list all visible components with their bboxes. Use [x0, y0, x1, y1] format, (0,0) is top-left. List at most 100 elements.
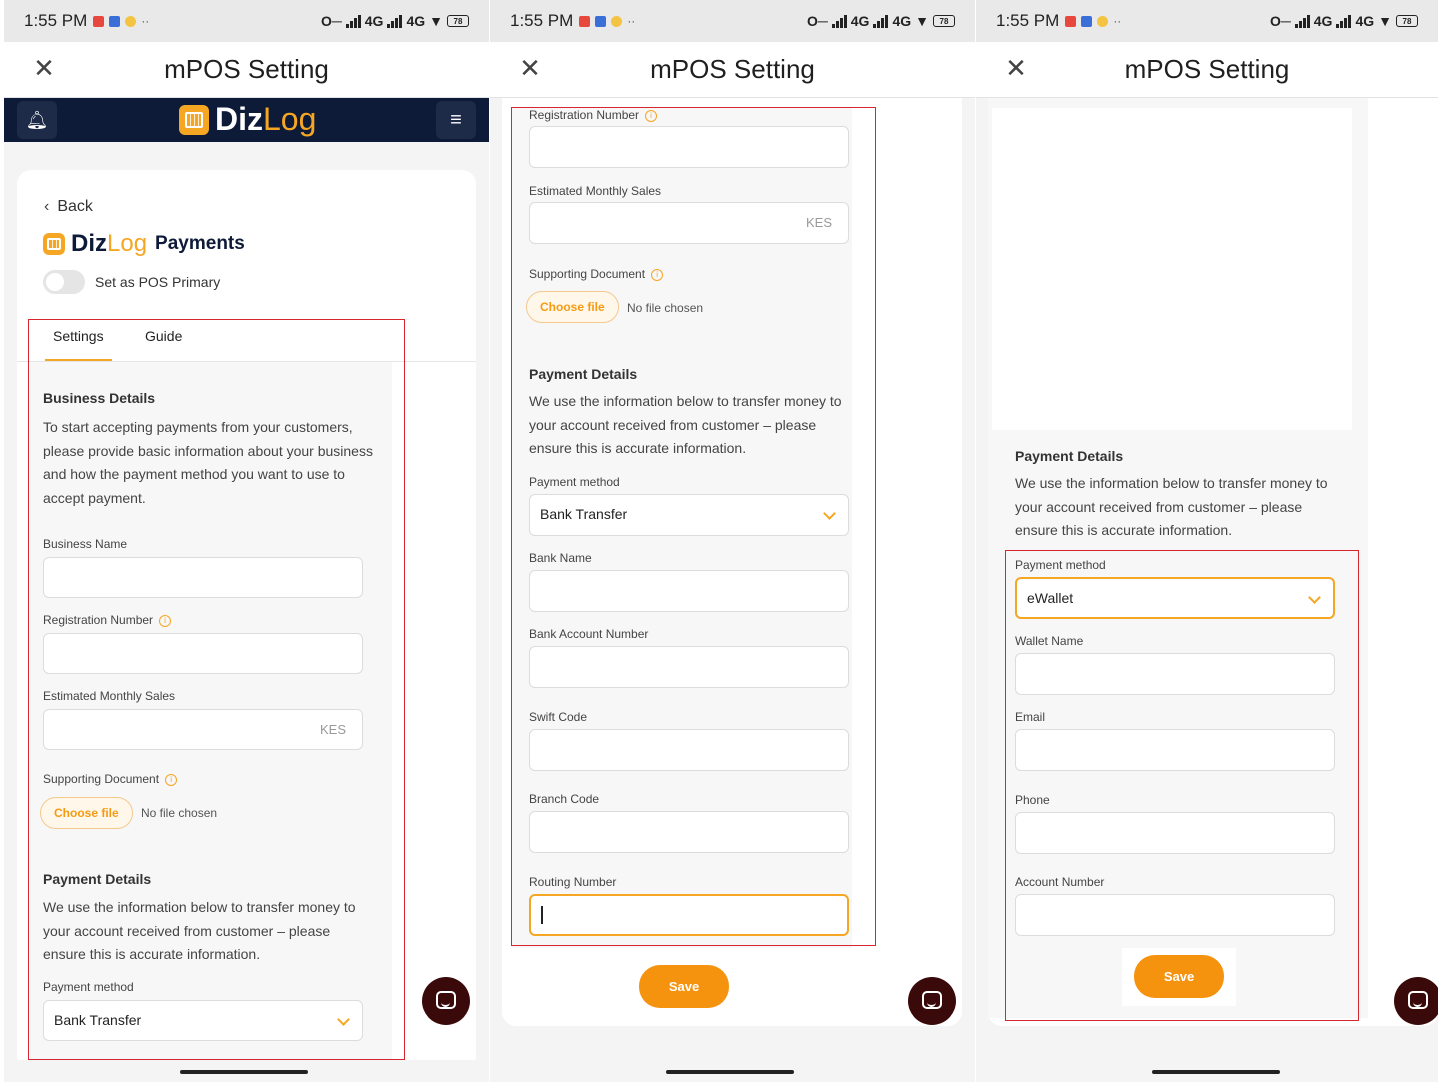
swift-code-input[interactable]	[529, 729, 849, 771]
payments-brand: Diz Log Payments	[43, 230, 245, 258]
screen-business-details: 1:55 PM ·· O─ 4G 4G ▼ 78 ✕ mPOS Setting …	[4, 0, 489, 1082]
business-name-input[interactable]	[43, 557, 363, 598]
logo-text-log: Log	[263, 101, 317, 137]
swift-code-label: Swift Code	[529, 710, 588, 724]
registration-number-input[interactable]	[529, 126, 849, 168]
more-notifications-icon: ··	[141, 14, 150, 28]
tab-settings[interactable]: Settings	[45, 328, 112, 361]
blank-area	[992, 108, 1352, 430]
supporting-document-text: Supporting Document	[43, 772, 160, 786]
chat-support-button[interactable]	[422, 977, 470, 1025]
status-time: 1:55 PM	[24, 11, 88, 30]
status-bar: 1:55 PM ·· O─ 4G 4G ▼ 78	[4, 0, 489, 42]
app-notification-icon	[109, 15, 121, 27]
monthly-sales-input[interactable]: KES	[43, 709, 363, 750]
bank-name-label: Bank Name	[529, 551, 592, 565]
notification-icon	[93, 15, 105, 27]
bank-account-number-label: Bank Account Number	[529, 627, 649, 641]
store-icon	[43, 233, 65, 255]
branch-code-input[interactable]	[529, 811, 849, 853]
save-button[interactable]: Save	[1134, 955, 1224, 998]
email-label: Email	[1015, 710, 1046, 724]
notification-icon	[579, 15, 591, 27]
vpn-key-icon: O─	[1269, 13, 1291, 29]
payment-intro: We use the information below to transfer…	[43, 899, 356, 962]
registration-number-label: Registration Number i	[529, 108, 658, 122]
more-notifications-icon: ··	[1113, 14, 1122, 28]
network-type: 4G	[1313, 13, 1333, 29]
tab-guide[interactable]: Guide	[145, 328, 182, 344]
bell-icon[interactable]: 🔔︎	[17, 101, 57, 139]
payment-method-select[interactable]: Bank Transfer	[529, 494, 849, 536]
wifi-icon: ▼	[1378, 13, 1392, 29]
battery-icon: 78	[447, 15, 469, 27]
signal-icon	[345, 14, 361, 28]
payments-card: ‹ Back Diz Log Payments Set as POS Primary …	[17, 170, 476, 1072]
email-input[interactable]	[1015, 729, 1335, 771]
chevron-down-icon	[1308, 591, 1321, 604]
phone-label: Phone	[1015, 793, 1050, 807]
network-type: 4G	[406, 13, 426, 29]
payment-method-select[interactable]: Bank Transfer	[43, 1000, 363, 1041]
info-icon[interactable]: i	[651, 268, 664, 281]
brand-log: Log	[107, 230, 148, 257]
info-icon[interactable]: i	[165, 773, 178, 786]
wifi-icon: ▼	[915, 13, 929, 29]
chat-icon	[436, 991, 456, 1009]
supporting-document-text: Supporting Document	[529, 267, 646, 281]
bulb-notification-icon	[611, 15, 623, 27]
info-icon[interactable]: i	[645, 109, 658, 122]
bank-account-number-input[interactable]	[529, 646, 849, 688]
pos-primary-toggle[interactable]	[43, 270, 85, 294]
chevron-down-icon	[823, 507, 836, 520]
phone-input[interactable]	[1015, 812, 1335, 854]
choose-file-button[interactable]: Choose file	[40, 797, 133, 829]
signal-icon	[387, 14, 403, 28]
payment-method-value: Bank Transfer	[54, 1012, 142, 1028]
business-intro: To start accepting payments from your cu…	[43, 419, 373, 506]
payment-method-select[interactable]: eWallet	[1015, 577, 1335, 619]
no-file-text: No file chosen	[627, 301, 704, 315]
registration-number-label: Registration Number i	[43, 613, 172, 627]
signal-icon	[1336, 14, 1352, 28]
routing-number-label: Routing Number	[529, 875, 617, 889]
back-link[interactable]: ‹ Back	[44, 198, 93, 216]
payment-method-label: Payment method	[1015, 558, 1106, 572]
home-indicator[interactable]	[180, 1070, 308, 1074]
chat-support-button[interactable]	[908, 977, 956, 1025]
bulb-notification-icon	[1097, 15, 1109, 27]
choose-file-button[interactable]: Choose file	[526, 291, 619, 323]
status-icons: O─ 4G 4G ▼ 78	[321, 13, 469, 29]
supporting-document-label: Supporting Document i	[43, 772, 178, 786]
back-label: Back	[57, 198, 93, 215]
hamburger-menu-icon[interactable]: ≡	[436, 101, 476, 139]
bank-name-input[interactable]	[529, 570, 849, 612]
currency-suffix: KES	[805, 215, 832, 230]
payments-card: Registration Number i Estimated Monthly S…	[502, 98, 962, 1026]
status-time: 1:55 PM	[996, 11, 1060, 30]
registration-number-input[interactable]	[43, 633, 363, 674]
pos-primary-row: Set as POS Primary	[43, 270, 220, 294]
monthly-sales-label: Estimated Monthly Sales	[529, 184, 662, 198]
home-indicator[interactable]	[666, 1070, 794, 1074]
battery-icon: 78	[1396, 15, 1418, 27]
chat-icon	[1408, 991, 1428, 1009]
dizlog-logo[interactable]: Diz Log	[179, 101, 316, 138]
signal-icon	[873, 14, 889, 28]
routing-number-input[interactable]	[529, 894, 849, 936]
settings-section: Business Details To start accepting paym…	[30, 362, 392, 1072]
payment-method-value: Bank Transfer	[540, 506, 628, 522]
home-indicator[interactable]	[1152, 1070, 1280, 1074]
store-icon	[179, 104, 209, 135]
wallet-name-input[interactable]	[1015, 653, 1335, 695]
chat-support-button[interactable]	[1394, 977, 1438, 1025]
info-icon[interactable]: i	[159, 614, 172, 627]
save-button[interactable]: Save	[639, 965, 729, 1008]
title-bar: ✕ mPOS Setting	[976, 42, 1438, 98]
logo-text-diz: Diz	[215, 101, 263, 137]
account-number-input[interactable]	[1015, 894, 1335, 936]
notification-icon	[1065, 15, 1077, 27]
wifi-icon: ▼	[429, 13, 443, 29]
monthly-sales-input[interactable]: KES	[529, 202, 849, 244]
branch-code-label: Branch Code	[529, 792, 600, 806]
